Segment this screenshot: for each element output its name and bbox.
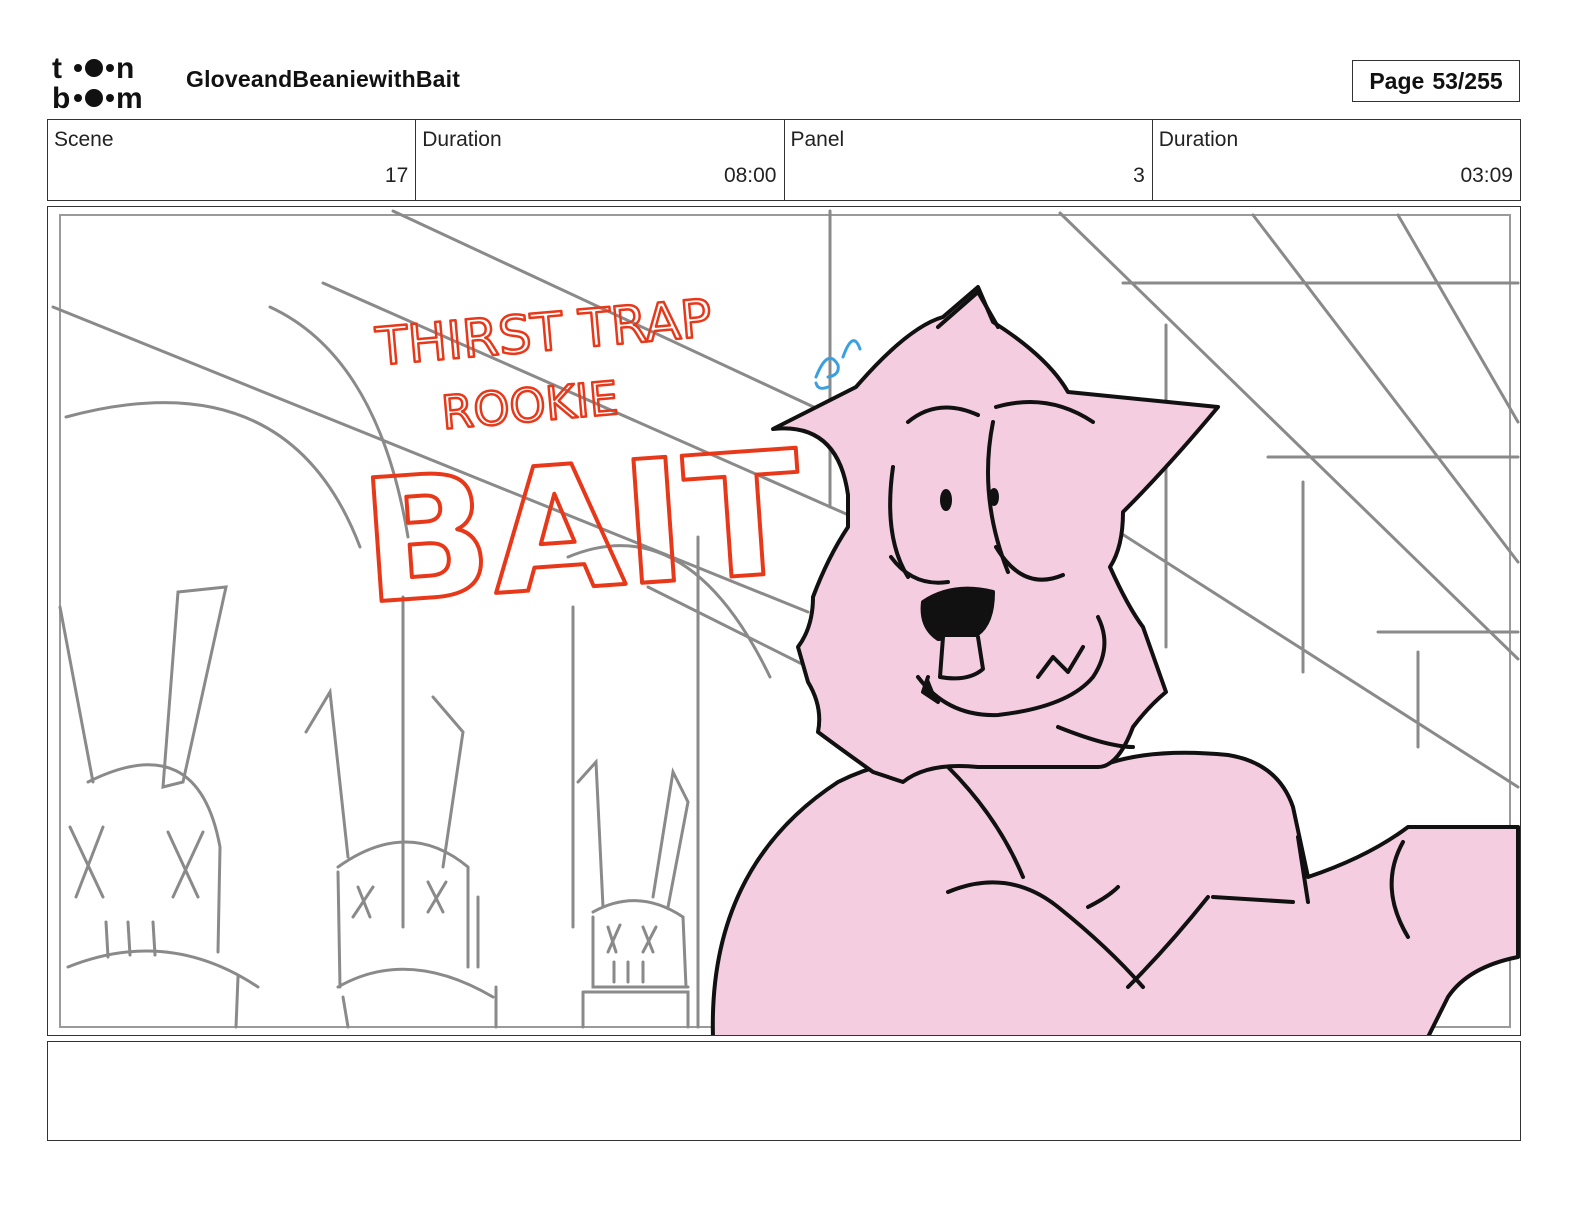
panel-duration-label: Duration [1158,128,1239,151]
page-label: Page [1369,67,1425,94]
svg-text:b: b [52,82,70,112]
sweat-drops [814,339,862,390]
storyboard-panel: THIRST TRAP ROOKIE BAIT [47,206,1521,1036]
episode-title-art: THIRST TRAP ROOKIE BAIT [353,288,810,645]
project-title: GloveandBeaniewithBait [186,66,461,92]
panel-notes-box [47,1041,1521,1141]
panel-label: Panel [790,128,845,151]
panel-duration-cell: Duration 03:09 [1153,120,1520,200]
scene-cell: Scene 17 [48,120,417,200]
panel-info-table: Scene 17 Duration 08:00 Panel 3 Duration… [47,119,1521,201]
title-line-1: THIRST TRAP [373,289,714,378]
panel-duration-value: 03:09 [1460,164,1513,187]
svg-text:n: n [116,52,134,85]
scene-value: 17 [384,164,409,187]
svg-text:t: t [52,52,62,85]
toon-boom-logo: t n b m [52,52,164,115]
panel-cell: Panel 3 [785,120,1153,200]
svg-text:m: m [116,82,143,112]
scene-duration-value: 08:00 [723,164,777,187]
bunny-middle [304,687,498,1029]
panel-drawing: THIRST TRAP ROOKIE BAIT [51,209,1520,1035]
scene-label: Scene [54,128,114,151]
bunny-right [576,758,690,1029]
page-value: 53/255 [1432,67,1503,94]
bunny-left [58,585,260,1029]
scene-duration-cell: Duration 08:00 [416,120,785,200]
title-line-3: BAIT [355,415,808,643]
panel-value: 3 [1133,164,1145,187]
scene-duration-label: Duration [422,128,502,151]
page-indicator: Page 53/255 [1352,60,1520,102]
pink-character [710,285,1520,1035]
